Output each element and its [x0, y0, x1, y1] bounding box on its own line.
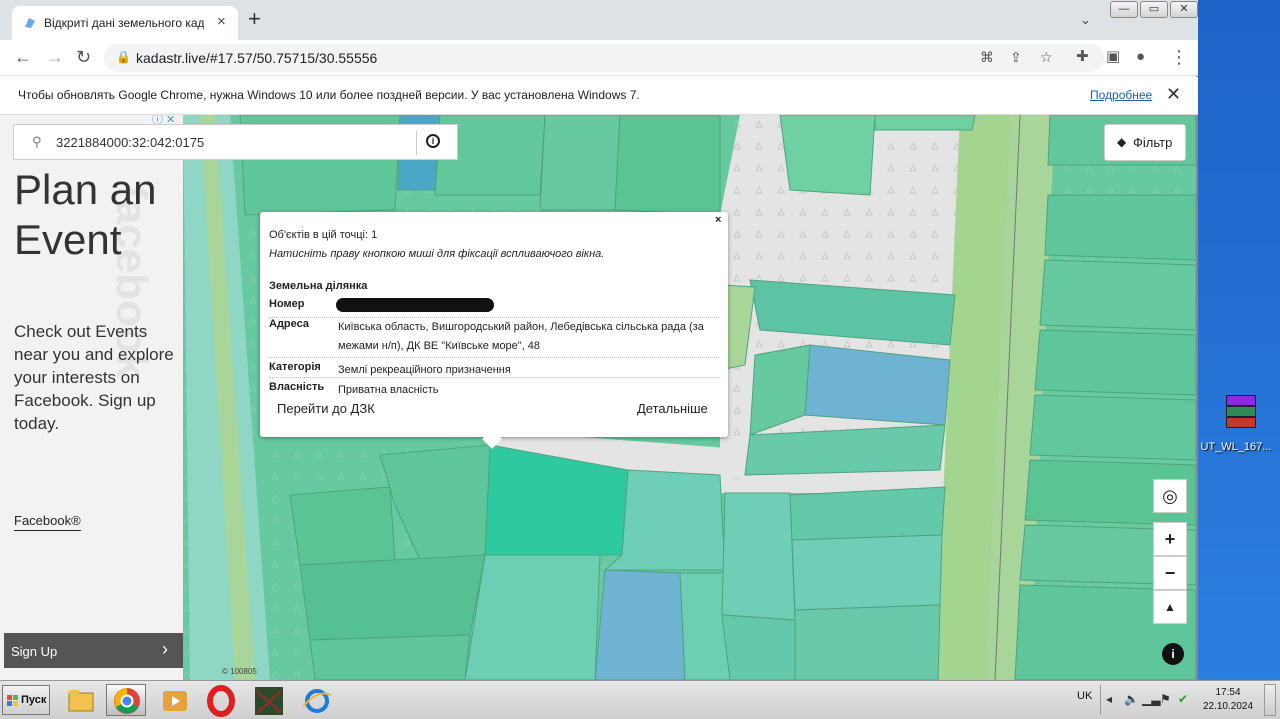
url-text[interactable]: kadastr.live/#17.57/50.75715/30.55556	[136, 50, 377, 66]
infobar-message: Чтобы обновлять Google Chrome, нужна Win…	[18, 88, 640, 102]
address-bar[interactable]: 🔒 kadastr.live/#17.57/50.75715/30.55556 …	[104, 44, 1104, 72]
zoom-in-button[interactable]: +	[1153, 522, 1187, 556]
details-link[interactable]: Детальніше	[637, 401, 708, 416]
back-arrow-icon[interactable]: ←	[14, 47, 32, 67]
row-key: Адреса	[269, 318, 309, 330]
filter-button[interactable]: ◆ Фільтр	[1104, 124, 1186, 161]
start-button[interactable]: Пуск	[2, 685, 50, 715]
row-value: Приватна власність	[338, 384, 439, 396]
popup-row-category: Категорія Землі рекреаційного призначенн…	[269, 358, 719, 378]
go-to-dzk-link[interactable]: Перейти до ДЗК	[277, 401, 375, 416]
compass-north-icon[interactable]: ▲	[1153, 590, 1187, 624]
filter-label: Фільтр	[1133, 135, 1173, 150]
tray-divider	[1100, 685, 1101, 715]
winrar-icon	[1222, 395, 1260, 431]
search-input[interactable]: 3221884000:32:042:0175	[56, 135, 204, 150]
ad-facebook-link[interactable]: Facebook®	[14, 513, 81, 531]
ad-title: Plan an Event	[14, 166, 157, 263]
tab-close-icon[interactable]: ×	[217, 13, 226, 30]
ad-text: Check out Events near you and explore yo…	[14, 322, 174, 433]
popup-object-count: Об'єктів в цій точці: 1	[269, 229, 378, 241]
popup-hint: Натисніть праву кнопкою миші для фіксаці…	[269, 248, 605, 260]
side-panel-icon[interactable]: ▣	[1106, 47, 1120, 67]
popup-close-icon[interactable]: ×	[715, 214, 721, 226]
tab-title: Відкриті дані земельного кадастру	[44, 16, 204, 30]
row-key: Категорія	[269, 361, 321, 373]
game-taskbar-icon[interactable]	[248, 684, 288, 716]
row-key: Власність	[269, 381, 325, 393]
language-indicator[interactable]: UK	[1077, 690, 1092, 702]
security-check-icon[interactable]: ✔	[1178, 692, 1188, 706]
windows-flag-icon	[7, 695, 18, 706]
row-value: Київська область, Вишгородський район, Л…	[338, 321, 704, 352]
clock-time: 17:54	[1215, 687, 1241, 698]
explorer-taskbar-icon[interactable]	[60, 684, 100, 716]
reload-icon[interactable]: ↻	[76, 47, 91, 67]
translate-icon[interactable]: ⌘	[980, 49, 994, 66]
close-window-button[interactable]: ✕	[1170, 1, 1198, 18]
parcel-popup[interactable]: × Об'єктів в цій точці: 1 Натисніть прав…	[260, 212, 728, 449]
zoom-out-button[interactable]: −	[1153, 556, 1187, 590]
chrome-taskbar-icon[interactable]	[106, 684, 146, 716]
tab-kadastr[interactable]: Відкриті дані земельного кадастру ×	[12, 6, 238, 40]
update-infobar: Чтобы обновлять Google Chrome, нужна Win…	[0, 77, 1198, 115]
windows-taskbar: Пуск UK ◂ 🔈 ▁▃ ⚑ ✔ 17:54 22.10.2024	[0, 680, 1280, 719]
network-signal-icon[interactable]: ▁▃	[1142, 692, 1160, 706]
bookmark-star-icon[interactable]: ☆	[1040, 49, 1053, 66]
layers-icon: ◆	[1117, 135, 1127, 149]
desktop	[1198, 0, 1280, 680]
page-content: © 100805 facebook ⓘ ✕ Plan an Event Chec…	[0, 115, 1196, 680]
facebook-ad-panel[interactable]: facebook ⓘ ✕ Plan an Event Check out Eve…	[0, 115, 183, 680]
ad-signup-button[interactable]: Sign Up ›	[4, 633, 183, 668]
map-favicon-icon	[25, 18, 35, 28]
chevron-right-icon: ›	[162, 639, 168, 659]
infobar-more-link[interactable]: Подробнее	[1090, 88, 1152, 102]
profile-avatar-icon[interactable]: ●	[1136, 47, 1145, 67]
clock[interactable]: 17:54 22.10.2024	[1200, 686, 1256, 714]
extensions-puzzle-icon[interactable]: ✚	[1076, 47, 1089, 67]
show-hidden-icons-icon[interactable]: ◂	[1106, 692, 1112, 706]
search-info-icon[interactable]: i	[426, 134, 440, 148]
tab-search-chevron-icon[interactable]: ⌄	[1080, 12, 1091, 28]
start-label: Пуск	[21, 694, 47, 706]
cadastral-search-box[interactable]: ⚲ 3221884000:32:042:0175 i	[13, 124, 458, 160]
infobar-close-icon[interactable]: ✕	[1166, 84, 1181, 105]
tab-strip: Відкриті дані земельного кадастру × + ⌄ …	[0, 0, 1198, 40]
menu-kebab-icon[interactable]: ⋮	[1170, 47, 1188, 67]
browser-toolbar: ← → ↻ 🔒 kadastr.live/#17.57/50.75715/30.…	[0, 40, 1198, 76]
action-center-flag-icon[interactable]: ⚑	[1160, 692, 1171, 706]
internet-explorer-taskbar-icon[interactable]	[296, 684, 336, 716]
desktop-icon-label: UT_WL_167...	[1200, 441, 1272, 453]
map-info-icon[interactable]: i	[1162, 643, 1184, 665]
popup-row-ownership: Власність Приватна власність	[269, 378, 719, 400]
volume-icon[interactable]: 🔈	[1124, 692, 1139, 706]
redaction-mark	[336, 298, 494, 312]
show-desktop-button[interactable]	[1264, 684, 1276, 716]
minimize-button[interactable]: —	[1110, 1, 1138, 18]
forward-arrow-icon[interactable]: →	[46, 47, 64, 67]
window-controls: — ▭ ✕	[1108, 1, 1198, 18]
new-tab-button[interactable]: +	[248, 8, 261, 30]
browser-window: Відкриті дані земельного кадастру × + ⌄ …	[0, 0, 1198, 680]
popup-row-address: Адреса Київська область, Вишгородський р…	[269, 318, 719, 358]
share-icon[interactable]: ⇪	[1010, 49, 1022, 66]
map-scale: © 100805	[222, 667, 257, 676]
opera-taskbar-icon[interactable]	[200, 684, 240, 717]
desktop-icon-winrar[interactable]: UT_WL_167...	[1201, 395, 1276, 453]
search-icon: ⚲	[32, 134, 42, 149]
lock-icon[interactable]: 🔒	[116, 50, 131, 64]
media-player-taskbar-icon[interactable]	[154, 684, 194, 716]
ad-signup-label: Sign Up	[11, 644, 58, 659]
maximize-button[interactable]: ▭	[1140, 1, 1168, 18]
locate-button[interactable]: ◎	[1153, 479, 1187, 513]
popup-section-title: Земельна ділянка	[269, 280, 368, 292]
row-key: Номер	[269, 298, 305, 310]
search-divider	[416, 131, 417, 155]
clock-date: 22.10.2024	[1202, 701, 1254, 712]
